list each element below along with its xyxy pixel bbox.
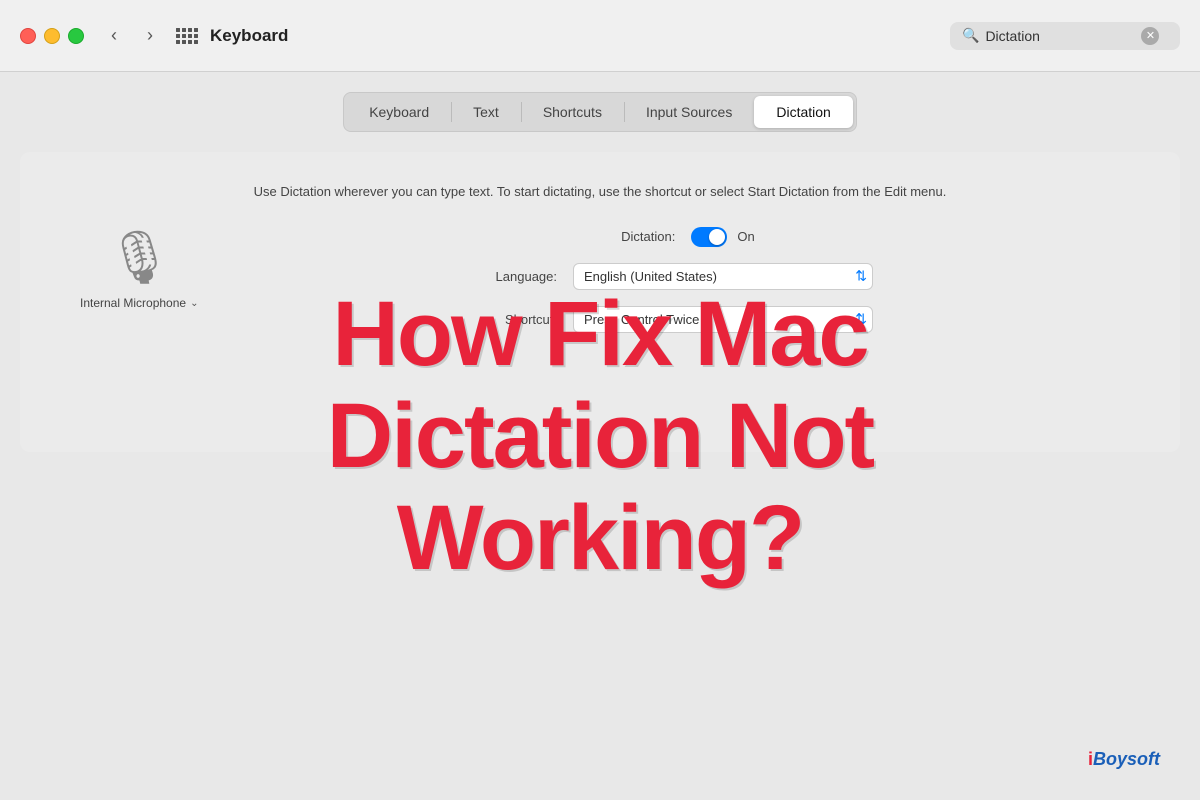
tab-shortcuts[interactable]: Shortcuts [521,96,624,128]
language-row: Language: English (United States) ⇅ [170,263,1130,290]
tab-text[interactable]: Text [451,96,521,128]
overlay-line3: Working? [397,492,804,584]
dictation-row: Dictation: On [170,227,1130,247]
close-button[interactable] [20,28,36,44]
search-icon: 🔍 [962,27,979,44]
tabs: Keyboard Text Shortcuts Input Sources Di… [343,92,857,132]
shortcut-select-wrapper: Press Control Twice ⇅ [573,306,873,333]
language-label: Language: [427,269,557,284]
shortcut-select[interactable]: Press Control Twice [573,306,873,333]
shortcut-row: Shortcut: Press Control Twice ⇅ [170,306,1130,333]
branding-suffix: Boysoft [1093,749,1160,769]
traffic-lights [20,28,84,44]
nav-arrows: ‹ › [100,22,164,50]
main-content: Keyboard Text Shortcuts Input Sources Di… [0,72,1200,800]
tab-keyboard[interactable]: Keyboard [347,96,451,128]
mic-chevron-icon: ⌄ [190,298,198,309]
tab-dictation[interactable]: Dictation [754,96,852,128]
dictation-label: Dictation: [545,229,675,244]
mic-label[interactable]: Internal Microphone ⌄ [80,296,198,310]
window-title: Keyboard [210,26,288,46]
settings-panel: Use Dictation wherever you can type text… [20,152,1180,452]
tabs-container: Keyboard Text Shortcuts Input Sources Di… [20,92,1180,132]
toggle-knob [709,229,725,245]
app-grid-icon[interactable] [176,28,198,44]
mic-name: Internal Microphone [80,296,186,310]
titlebar: ‹ › Keyboard 🔍 ✕ [0,0,1200,72]
dictation-status: On [737,229,754,244]
shortcut-label: Shortcut: [427,312,557,327]
microphone-icon: 🎙 [106,232,172,284]
search-input[interactable] [985,28,1135,44]
dictation-toggle[interactable] [691,227,727,247]
toggle-container: On [691,227,754,247]
tab-input-sources[interactable]: Input Sources [624,96,754,128]
search-clear-button[interactable]: ✕ [1141,27,1159,45]
branding: iBoysoft [1088,749,1160,770]
settings-description: Use Dictation wherever you can type text… [70,182,1130,202]
fullscreen-button[interactable] [68,28,84,44]
mic-section: 🎙 Internal Microphone ⌄ [80,232,198,310]
language-select-wrapper: English (United States) ⇅ [573,263,873,290]
forward-button[interactable]: › [136,22,164,50]
back-button[interactable]: ‹ [100,22,128,50]
search-bar[interactable]: 🔍 ✕ [950,22,1180,50]
minimize-button[interactable] [44,28,60,44]
language-select[interactable]: English (United States) [573,263,873,290]
